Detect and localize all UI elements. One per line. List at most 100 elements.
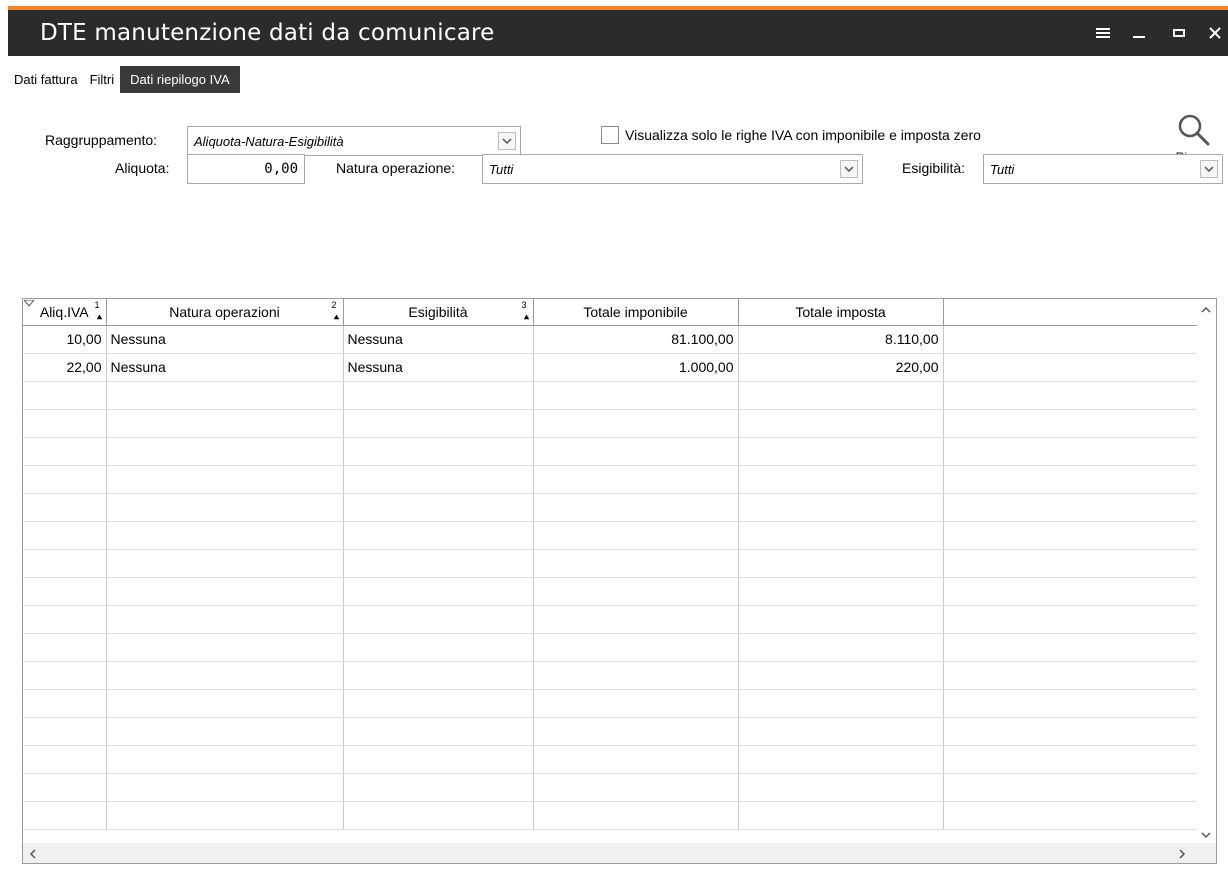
table-cell[interactable] [738, 689, 944, 718]
table-cell[interactable] [343, 773, 534, 802]
table-cell[interactable] [23, 801, 107, 830]
table-cell[interactable]: Nessuna [343, 325, 534, 354]
table-row[interactable] [23, 661, 1197, 690]
table-row[interactable] [23, 717, 1197, 746]
maximize-icon[interactable] [1168, 22, 1190, 44]
table-cell[interactable] [943, 493, 1197, 522]
table-row[interactable] [23, 409, 1197, 438]
table-cell[interactable] [23, 633, 107, 662]
table-cell[interactable] [943, 353, 1197, 382]
table-cell[interactable] [533, 717, 739, 746]
table-cell[interactable] [943, 325, 1197, 354]
table-cell[interactable]: 22,00 [23, 353, 107, 382]
table-cell[interactable] [738, 577, 944, 606]
table-cell[interactable]: Nessuna [343, 353, 534, 382]
table-cell[interactable] [738, 465, 944, 494]
table-cell[interactable] [533, 381, 739, 410]
table-cell[interactable] [106, 661, 344, 690]
table-cell[interactable] [106, 689, 344, 718]
table-cell[interactable] [533, 605, 739, 634]
table-cell[interactable] [533, 773, 739, 802]
table-cell[interactable] [106, 605, 344, 634]
table-cell[interactable] [943, 605, 1197, 634]
table-cell[interactable] [23, 661, 107, 690]
table-row[interactable] [23, 549, 1197, 578]
table-cell[interactable] [943, 577, 1197, 606]
table-cell[interactable] [106, 745, 344, 774]
table-cell[interactable] [343, 801, 534, 830]
table-cell[interactable] [106, 409, 344, 438]
table-cell[interactable] [943, 689, 1197, 718]
table-cell[interactable] [533, 549, 739, 578]
table-cell[interactable] [533, 437, 739, 466]
table-cell[interactable] [23, 437, 107, 466]
table-cell[interactable]: 10,00 [23, 325, 107, 354]
table-cell[interactable] [106, 465, 344, 494]
table-cell[interactable] [943, 801, 1197, 830]
table-cell[interactable] [106, 577, 344, 606]
table-cell[interactable] [943, 465, 1197, 494]
table-cell[interactable] [738, 409, 944, 438]
vertical-scrollbar[interactable] [1198, 299, 1216, 845]
scroll-right-icon[interactable] [1179, 847, 1186, 863]
table-cell[interactable] [106, 437, 344, 466]
table-cell[interactable] [343, 409, 534, 438]
table-row[interactable] [23, 437, 1197, 466]
table-cell[interactable] [533, 801, 739, 830]
table-cell[interactable] [23, 549, 107, 578]
chevron-down-icon[interactable] [498, 132, 516, 150]
table-cell[interactable] [738, 661, 944, 690]
table-cell[interactable]: Nessuna [106, 353, 344, 382]
minimize-icon[interactable] [1128, 22, 1150, 44]
table-cell[interactable] [106, 549, 344, 578]
table-row[interactable]: 10,00 Nessuna Nessuna 81.100,00 8.110,00 [23, 325, 1197, 354]
table-cell[interactable] [106, 773, 344, 802]
table-cell[interactable] [533, 493, 739, 522]
table-cell[interactable] [943, 773, 1197, 802]
table-cell[interactable] [343, 661, 534, 690]
table-cell[interactable] [738, 521, 944, 550]
aliquota-input[interactable]: 0,00 [187, 154, 305, 184]
table-row[interactable]: 22,00 Nessuna Nessuna 1.000,00 220,00 [23, 353, 1197, 382]
column-header-totale-imponibile[interactable]: Totale imponibile [533, 299, 739, 326]
table-cell[interactable] [943, 717, 1197, 746]
table-cell[interactable] [343, 689, 534, 718]
table-cell[interactable] [343, 745, 534, 774]
table-cell[interactable] [343, 521, 534, 550]
table-cell[interactable] [343, 493, 534, 522]
table-cell[interactable] [943, 409, 1197, 438]
table-cell[interactable] [738, 437, 944, 466]
table-row[interactable] [23, 773, 1197, 802]
table-cell[interactable]: Nessuna [106, 325, 344, 354]
natura-operazione-select[interactable]: Tutti [482, 154, 863, 184]
table-cell[interactable] [343, 381, 534, 410]
scroll-down-icon[interactable] [1201, 827, 1211, 843]
tab-dati-fattura[interactable]: Dati fattura [8, 66, 84, 93]
table-cell[interactable] [343, 437, 534, 466]
table-row[interactable] [23, 633, 1197, 662]
table-cell[interactable] [23, 689, 107, 718]
table-cell[interactable] [106, 381, 344, 410]
table-row[interactable] [23, 801, 1197, 830]
table-row[interactable] [23, 465, 1197, 494]
scroll-up-icon[interactable] [1201, 301, 1211, 317]
table-cell[interactable] [533, 689, 739, 718]
table-cell[interactable] [943, 437, 1197, 466]
table-cell[interactable] [533, 409, 739, 438]
table-cell[interactable]: 1.000,00 [533, 353, 739, 382]
table-cell[interactable] [23, 409, 107, 438]
table-row[interactable] [23, 689, 1197, 718]
column-header-natura[interactable]: Natura operazioni 2 ⯅ [106, 299, 344, 326]
table-cell[interactable] [23, 745, 107, 774]
chevron-down-icon[interactable] [840, 160, 858, 178]
table-row[interactable] [23, 577, 1197, 606]
table-cell[interactable] [943, 521, 1197, 550]
close-icon[interactable] [1204, 22, 1226, 44]
table-cell[interactable] [106, 801, 344, 830]
table-cell[interactable] [738, 717, 944, 746]
chevron-down-icon[interactable] [1200, 160, 1218, 178]
table-cell[interactable] [738, 605, 944, 634]
horizontal-scrollbar[interactable] [23, 843, 1216, 863]
table-cell[interactable] [738, 773, 944, 802]
zero-rows-checkbox[interactable] [601, 126, 619, 144]
